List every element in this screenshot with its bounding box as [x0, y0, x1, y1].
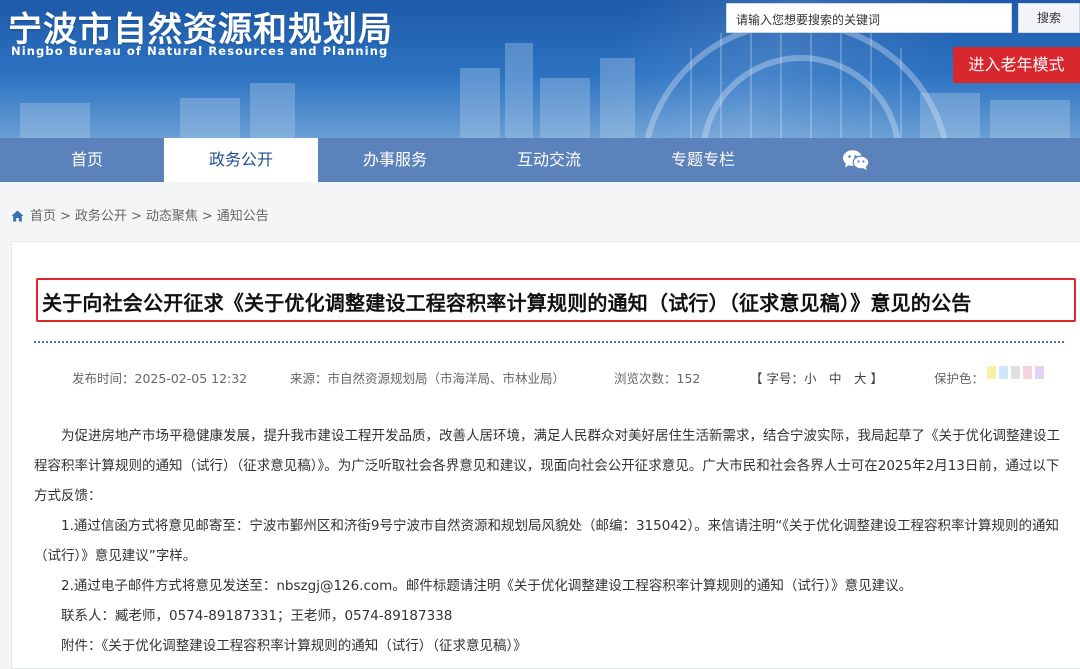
nav-item-topics[interactable]: 专题专栏 — [626, 138, 780, 182]
article-paragraph: 2.通过电子邮件方式将意见发送至：nbszgj@126.com。邮件标题请注明《… — [61, 578, 913, 594]
elder-mode-button[interactable]: 进入老年模式 — [953, 47, 1080, 83]
breadcrumb-item-notices[interactable]: 通知公告 — [217, 209, 269, 224]
article-source: 来源：市自然资源规划局（市海洋局、市林业局） — [290, 371, 566, 386]
nav-item-government-affairs[interactable]: 政务公开 — [164, 138, 318, 182]
eye-color-swatch-yellow[interactable] — [987, 366, 996, 379]
search-input[interactable]: 请输入您想要搜索的关键词 — [726, 3, 1012, 33]
wechat-icon[interactable] — [842, 149, 870, 171]
contact-info: 联系人：臧老师，0574-89187331；王老师，0574-89187338 — [61, 608, 453, 624]
breadcrumb-item-news[interactable]: 动态聚焦 — [146, 209, 198, 224]
eye-color-swatch-purple[interactable] — [1035, 366, 1044, 379]
breadcrumb-item-government-affairs[interactable]: 政务公开 — [75, 209, 127, 224]
article-title: 关于向社会公开征求《关于优化调整建设工程容积率计算规则的通知（试行）（征求意见稿… — [42, 291, 972, 315]
eye-protect-label: 保护色： — [934, 371, 985, 386]
breadcrumb-item-home[interactable]: 首页 — [30, 209, 56, 224]
breadcrumb-separator: > — [60, 209, 71, 224]
view-count: 浏览次数：152 — [614, 371, 701, 386]
breadcrumb-separator: > — [130, 209, 142, 224]
title-divider — [34, 341, 1064, 343]
search-button[interactable]: 搜索 — [1018, 3, 1080, 33]
breadcrumb: 首页 > 政务公开 > 动态聚焦 > 通知公告 — [11, 205, 273, 224]
publish-time: 发布时间：2025-02-05 12:32 — [72, 371, 248, 386]
nav-item-services[interactable]: 办事服务 — [318, 138, 472, 182]
eye-color-swatch-gray[interactable] — [1011, 366, 1020, 379]
font-size-switcher[interactable]: 【 字号：小 中 大 】 — [750, 368, 883, 387]
site-subtitle: Ningbo Bureau of Natural Resources and P… — [11, 44, 389, 58]
home-icon — [11, 210, 24, 222]
breadcrumb-separator: > — [201, 209, 213, 224]
main-nav: 首页 政务公开 办事服务 互动交流 专题专栏 — [0, 138, 1080, 182]
article-paragraph: 为促进房地产市场平稳健康发展，提升我市建设工程开发品质，改善人居环境，满足人民群… — [34, 428, 1060, 504]
nav-item-interaction[interactable]: 互动交流 — [472, 138, 626, 182]
eye-color-swatch-blue[interactable] — [999, 366, 1008, 379]
article-body: 为促进房地产市场平稳健康发展，提升我市建设工程开发品质，改善人居环境，满足人民群… — [34, 421, 1064, 661]
eye-color-swatch-pink[interactable] — [1023, 366, 1032, 379]
nav-item-home[interactable]: 首页 — [10, 138, 164, 182]
attachment-link[interactable]: 附件：《关于优化调整建设工程容积率计算规则的通知（试行）（征求意见稿）》 — [34, 631, 1064, 661]
article-paragraph: 1.通过信函方式将意见邮寄至：宁波市鄞州区和济街9号宁波市自然资源和规划局风貌处… — [34, 518, 1059, 564]
